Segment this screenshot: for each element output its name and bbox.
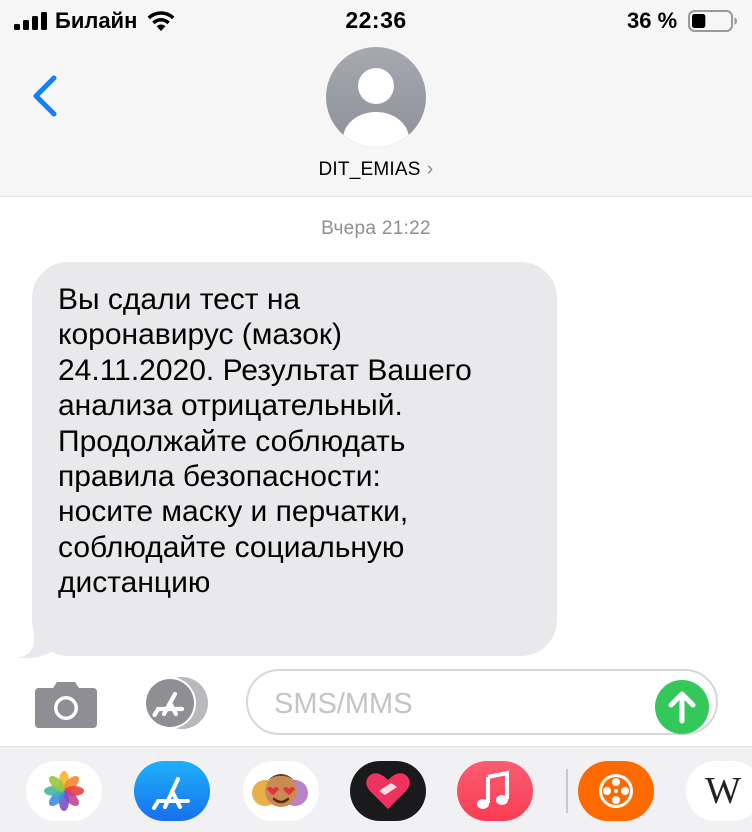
message-line: 24.11.2020. Результат Вашего bbox=[58, 353, 472, 387]
wikipedia-icon: W bbox=[686, 761, 752, 821]
message-line: Продолжайте соблюдать bbox=[58, 424, 406, 458]
app-drawer-divider bbox=[566, 769, 568, 813]
message-input[interactable]: SMS/MMS bbox=[246, 669, 718, 735]
heart-app-icon[interactable] bbox=[350, 761, 426, 821]
message-input-placeholder: SMS/MMS bbox=[274, 688, 413, 720]
message-line: анализа отрицательный. bbox=[58, 389, 403, 423]
wikipedia-glyph: W bbox=[705, 770, 741, 812]
send-arrow-up-icon[interactable] bbox=[655, 680, 709, 734]
message-line: коронавирус (мазок) bbox=[58, 318, 342, 352]
app-drawer: W bbox=[0, 746, 752, 832]
status-bar: Билайн 22:36 36 % bbox=[0, 0, 752, 40]
memoji-app-icon[interactable] bbox=[243, 761, 319, 821]
camera-icon[interactable] bbox=[33, 680, 99, 728]
message-line: соблюдайте социальную bbox=[58, 530, 405, 564]
message-line: дистанцию bbox=[58, 566, 211, 600]
app-store-app-icon[interactable] bbox=[134, 761, 210, 821]
chevron-right-icon: › bbox=[426, 158, 434, 180]
conversation-header: Билайн 22:36 36 % DIT_EMIAS › bbox=[0, 0, 752, 197]
incoming-message-bubble[interactable]: Вы сдали тест на коронавирус (мазок) 24.… bbox=[32, 262, 557, 656]
message-line: Вы сдали тест на bbox=[58, 283, 301, 316]
kinopoisk-app-icon[interactable] bbox=[578, 761, 654, 821]
back-chevron-icon[interactable] bbox=[28, 72, 64, 120]
message-line: правила безопасности: bbox=[58, 460, 381, 494]
photos-app-icon[interactable] bbox=[26, 761, 102, 821]
app-store-icon[interactable] bbox=[140, 676, 212, 730]
battery-percentage: 36 % bbox=[627, 8, 678, 33]
wikipedia-app-icon[interactable]: W bbox=[686, 761, 752, 821]
contact-avatar-icon[interactable] bbox=[326, 47, 426, 147]
contact-name-button[interactable]: DIT_EMIAS › bbox=[0, 158, 752, 181]
music-app-icon[interactable] bbox=[457, 761, 533, 821]
contact-name: DIT_EMIAS bbox=[318, 159, 421, 180]
battery-icon bbox=[688, 10, 737, 32]
message-line: носите маску и перчатки, bbox=[58, 495, 409, 529]
message-timestamp: Вчера 21:22 bbox=[321, 218, 431, 239]
